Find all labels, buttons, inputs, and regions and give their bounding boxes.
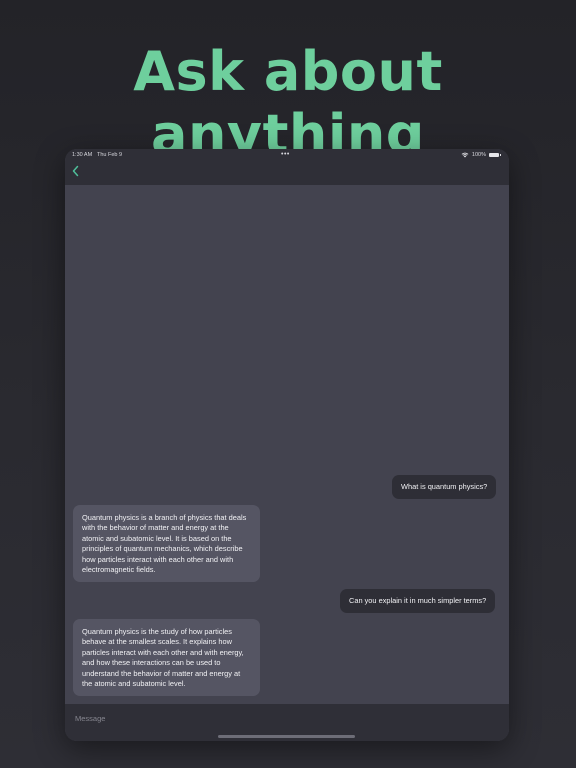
home-indicator[interactable] (218, 735, 355, 738)
status-bar: 1:30 AM Thu Feb 9 ••• 100% (65, 151, 509, 163)
assistant-message: Quantum physics is the study of how part… (73, 619, 260, 696)
message-input[interactable] (65, 704, 509, 732)
status-indicators: 100% (461, 152, 501, 158)
headline: Ask about anything (133, 40, 443, 166)
chevron-left-icon (72, 165, 79, 177)
battery-percent: 100% (471, 152, 486, 158)
wifi-icon (461, 152, 469, 158)
back-button[interactable] (70, 164, 82, 178)
top-bar: 1:30 AM Thu Feb 9 ••• 100% (65, 149, 509, 185)
status-time: 1:30 AM (72, 152, 93, 158)
status-date: Thu Feb 9 (97, 152, 123, 158)
message-list: What is quantum physics? Quantum physics… (65, 185, 509, 704)
tablet-frame: 1:30 AM Thu Feb 9 ••• 100% What is quant… (65, 149, 509, 741)
user-message: What is quantum physics? (392, 475, 497, 500)
user-message: Can you explain it in much simpler terms… (340, 589, 496, 614)
multitasking-dots[interactable]: ••• (281, 151, 290, 158)
battery-icon (489, 153, 501, 157)
composer-bar (65, 704, 509, 741)
assistant-message: Quantum physics is a branch of physics t… (73, 505, 260, 582)
